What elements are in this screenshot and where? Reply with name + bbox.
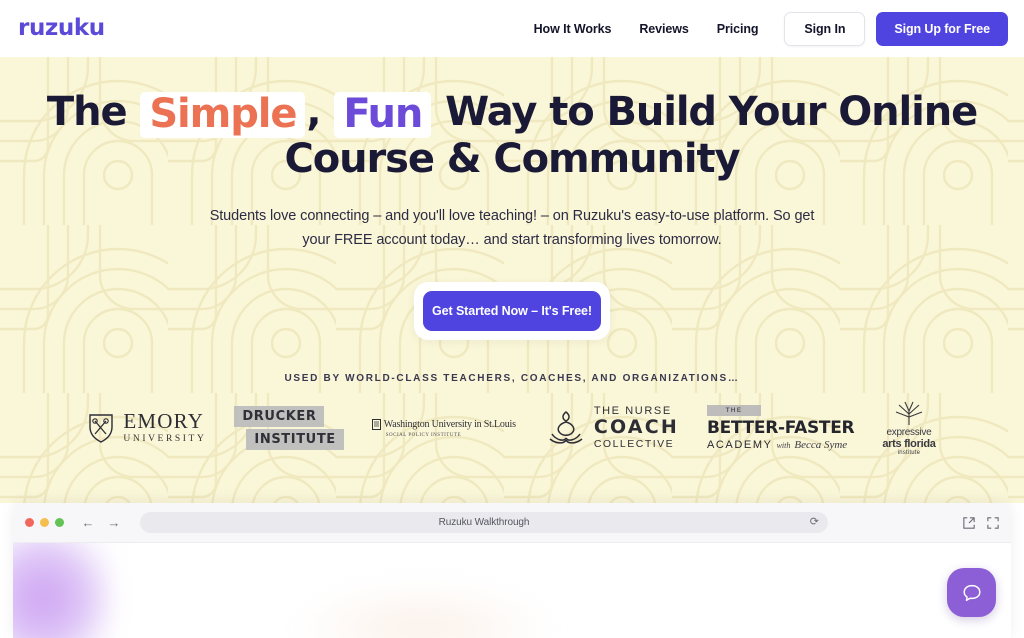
social-proof-caption: USED BY WORLD-CLASS TEACHERS, COACHES, A…	[284, 373, 740, 385]
title-comma: ,	[306, 89, 321, 135]
partner-logo-strip: EMORY UNIVERSITY DRUCKER INSTITUTE Washi…	[0, 399, 1024, 457]
logo-washington-university: Washington University in St.Louis SOCIAL…	[371, 418, 516, 438]
address-bar[interactable]: Ruzuku Walkthrough ⟳	[140, 512, 828, 533]
better-faster-person: Becca Syme	[794, 439, 848, 452]
page-title: The Simple, Fun Way to Build Your Online…	[0, 89, 1024, 183]
logo-emory-university: EMORY UNIVERSITY	[88, 411, 206, 445]
maximize-window-dot[interactable]	[55, 518, 64, 527]
better-faster-with: with	[776, 441, 791, 451]
logo-drucker-institute: DRUCKER INSTITUTE	[234, 406, 344, 451]
cta-container: Get Started Now – It's Free!	[414, 282, 610, 341]
nurse-coach-lotus-icon	[549, 411, 583, 444]
better-faster-main: BETTER-FASTER	[706, 418, 855, 439]
washu-subtitle: SOCIAL POLICY INSTITUTE	[385, 432, 462, 438]
nav-link-pricing[interactable]: Pricing	[703, 14, 773, 44]
better-faster-the: THE	[706, 405, 761, 417]
sign-up-button[interactable]: Sign Up for Free	[876, 11, 1008, 46]
expressive-line-3: institute	[897, 450, 921, 457]
title-text-rest: Way to Build Your Online	[445, 89, 978, 135]
reload-icon[interactable]: ⟳	[810, 517, 819, 528]
address-bar-title: Ruzuku Walkthrough	[438, 517, 530, 528]
external-link-icon[interactable]	[963, 516, 975, 529]
nav-link-reviews[interactable]: Reviews	[625, 14, 702, 44]
chat-widget-button[interactable]	[947, 568, 996, 617]
emory-subtitle: UNIVERSITY	[123, 434, 207, 445]
title-text-the: The	[46, 89, 128, 135]
back-arrow-icon[interactable]: ←	[80, 516, 96, 529]
hero-section: The Simple, Fun Way to Build Your Online…	[0, 57, 1024, 503]
washu-row: Washington University in St.Louis	[371, 418, 516, 430]
logo-nurse-coach-collective: THE NURSE COACH COLLECTIVE	[544, 406, 679, 450]
drucker-line-2: INSTITUTE	[246, 429, 344, 451]
forward-arrow-icon[interactable]: →	[106, 516, 122, 529]
gradient-blob-purple	[13, 543, 115, 638]
video-preview-area[interactable]	[13, 543, 1011, 638]
hero-subtitle: Students love connecting – and you'll lo…	[202, 205, 822, 253]
logo-better-faster-academy: THE BETTER-FASTER ACADEMY with Becca Sym…	[706, 405, 855, 451]
sign-in-button[interactable]: Sign In	[784, 11, 866, 46]
better-faster-academy: ACADEMY	[706, 439, 773, 452]
browser-mockup: ← → Ruzuku Walkthrough ⟳	[13, 503, 1011, 638]
expressive-arts-burst-icon	[895, 401, 923, 426]
fullscreen-icon[interactable]	[987, 516, 999, 529]
nurse-line-3: COLLECTIVE	[593, 438, 675, 451]
site-header: ruzuku How It Works Reviews Pricing Sign…	[0, 0, 1024, 57]
emory-shield-icon	[89, 414, 114, 443]
hero-subtitle-line-1: Students love connecting – and you'll lo…	[209, 208, 791, 225]
get-started-button[interactable]: Get Started Now – It's Free!	[423, 291, 601, 332]
browser-toolbar: ← → Ruzuku Walkthrough ⟳	[13, 503, 1011, 543]
logo-expressive-arts-florida: expressive arts florida institute	[882, 400, 936, 457]
minimize-window-dot[interactable]	[40, 518, 49, 527]
better-faster-row: ACADEMY with Becca Syme	[707, 439, 847, 451]
nurse-coach-text: THE NURSE COACH COLLECTIVE	[594, 406, 679, 450]
expressive-arts-text: expressive arts florida institute	[882, 427, 936, 457]
emory-text: EMORY UNIVERSITY	[123, 411, 206, 445]
expressive-line-1: expressive	[886, 427, 932, 439]
window-controls	[25, 518, 64, 527]
title-line-two: Course & Community	[284, 136, 741, 183]
title-highlight-simple: Simple	[140, 92, 306, 138]
browser-actions	[963, 516, 999, 529]
close-window-dot[interactable]	[25, 518, 34, 527]
washu-crest-icon	[371, 418, 381, 430]
emory-name: EMORY	[123, 409, 205, 434]
main-navigation: How It Works Reviews Pricing Sign In Sig…	[520, 11, 1008, 46]
drucker-line-1: DRUCKER	[234, 406, 325, 428]
hero-content: The Simple, Fun Way to Build Your Online…	[0, 57, 1024, 457]
nav-link-how-it-works[interactable]: How It Works	[520, 14, 626, 44]
gradient-blob-warm	[293, 583, 553, 638]
nurse-line-2: COACH	[593, 416, 679, 439]
title-highlight-fun: Fun	[334, 92, 432, 138]
brand-logo[interactable]: ruzuku	[18, 17, 105, 40]
washu-name: Washington University in St.Louis	[383, 418, 516, 430]
chat-bubble-icon	[962, 584, 981, 601]
expressive-line-2: arts florida	[882, 437, 936, 450]
